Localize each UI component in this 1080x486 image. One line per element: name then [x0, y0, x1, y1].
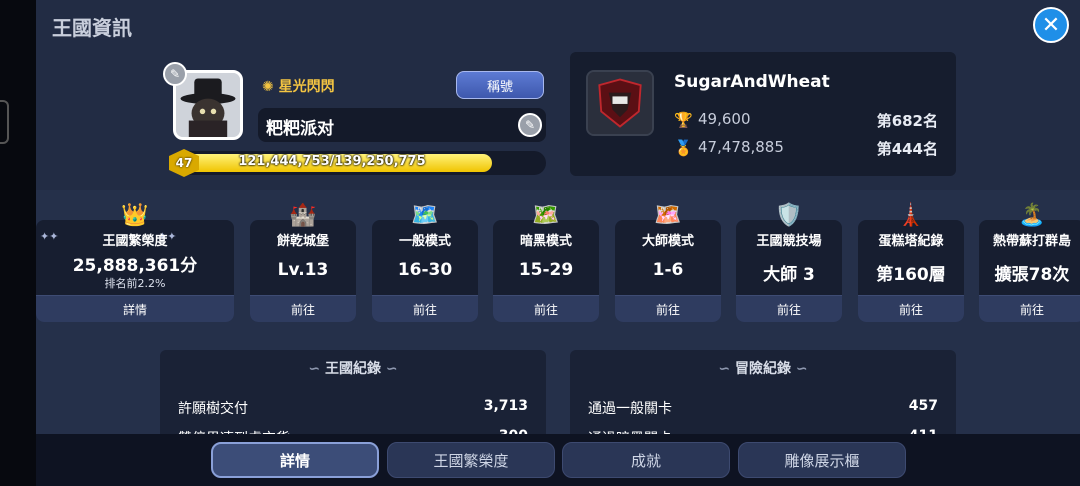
castle-icon: 🏰	[289, 202, 317, 228]
card-value: Lv.13	[277, 260, 329, 280]
card-kingdom-arena: 🛡️ 王國競技場 大師 3 前往	[736, 203, 842, 322]
card-label: 熱帶蘇打群島	[992, 234, 1071, 249]
go-button[interactable]: 前往	[493, 295, 599, 322]
card-cookie-castle: 🏰 餅乾城堡 Lv.13 前往	[250, 203, 356, 322]
panel-header: ∽ 冒險紀錄 ∽	[570, 358, 956, 378]
card-master-mode: 🗺️ 大師模式 1-6 前往	[615, 203, 721, 322]
dark-map-icon: 🗺️	[532, 202, 560, 228]
panel-header: ∽ 王國紀錄 ∽	[160, 358, 546, 378]
record-row: 許願樹交付 3,713	[178, 398, 528, 418]
guild-panel: SugarAndWheat 🏆 49,600 第682名 🏅 47,478,885 …	[570, 52, 956, 176]
record-label: 許願樹交付	[178, 401, 248, 417]
trophy-icon: 🏆	[674, 111, 693, 129]
guild-emblem-icon	[588, 72, 652, 134]
kingdom-record-title: 王國紀錄	[325, 361, 381, 377]
swirl-icon: ∽	[308, 361, 321, 377]
card-value: 擴張78次	[994, 265, 1070, 285]
card-dark-mode: 🗺️ 暗黑模式 15-29 前往	[493, 203, 599, 322]
map-icon: 🗺️	[411, 202, 439, 228]
left-bezel	[0, 0, 36, 486]
kingdom-name: 粑粑派对	[266, 119, 334, 139]
card-label: 暗黑模式	[519, 234, 572, 249]
record-row: 通過一般關卡 457	[588, 398, 938, 418]
master-map-icon: 🗺️	[654, 202, 682, 228]
card-label: 大師模式	[641, 234, 694, 249]
details-button[interactable]: 詳情	[36, 295, 234, 322]
guild-emblem[interactable]	[586, 70, 654, 136]
exp-bar: 121,444,753/139,250,775	[172, 151, 546, 175]
side-handle	[0, 100, 9, 144]
guild-name: SugarAndWheat	[674, 72, 830, 92]
title-badge-text: 星光閃閃	[278, 79, 335, 95]
header-area: 王國資訊 ✕ ✎ ✺ 星光閃閃 稱號 粑粑派对 ✎ 121,444,753/13…	[36, 0, 1080, 190]
card-value: 16-30	[397, 260, 453, 280]
go-button[interactable]: 前往	[372, 295, 478, 322]
guild-stat-2-value: 47,478,885	[698, 138, 784, 156]
record-label: 通過一般關卡	[588, 401, 672, 417]
card-cake-tower: 🗼 蛋糕塔紀錄 第160層 前往	[858, 203, 964, 322]
arena-icon: 🛡️	[775, 202, 803, 228]
adventure-record-title: 冒險紀錄	[735, 361, 791, 377]
tab-prosperity[interactable]: 王國繁榮度	[387, 442, 555, 478]
go-button[interactable]: 前往	[858, 295, 964, 322]
kingdom-info-window: 王國資訊 ✕ ✎ ✺ 星光閃閃 稱號 粑粑派对 ✎ 121,444,753/13…	[36, 0, 1080, 486]
tab-statue-showcase[interactable]: 雕像展示櫃	[738, 442, 906, 478]
card-tropical-soda-islands: 🏝️ 熱帶蘇打群島 擴張78次 前往	[979, 203, 1080, 322]
go-button[interactable]: 前往	[615, 295, 721, 322]
card-label: 王國繁榮度	[102, 234, 168, 249]
card-sub: 排名前2.2%	[104, 277, 166, 290]
swirl-icon: ∽	[718, 361, 731, 377]
tower-icon: 🗼	[897, 202, 925, 228]
card-label: 王國競技場	[756, 234, 822, 249]
kingdom-name-field: 粑粑派对 ✎	[258, 108, 546, 142]
guild-stat-1-value: 49,600	[698, 110, 751, 128]
go-button[interactable]: 前往	[250, 295, 356, 322]
card-label: 一般模式	[398, 234, 451, 249]
sparkle-badge-icon: ✺	[262, 79, 274, 95]
swirl-icon: ∽	[385, 361, 398, 377]
island-icon: 🏝️	[1018, 202, 1046, 228]
crown-icon: 👑	[121, 202, 149, 228]
close-button[interactable]: ✕	[1033, 7, 1069, 43]
window-title: 王國資訊	[52, 16, 132, 40]
record-value: 457	[908, 398, 938, 414]
cookie-avatar-icon	[176, 73, 240, 137]
guild-stat-1-rank: 第682名	[876, 112, 938, 130]
guild-stat-2: 🏅 47,478,885	[674, 138, 784, 157]
card-value: 25,888,361分	[72, 256, 198, 276]
tab-achievements[interactable]: 成就	[562, 442, 730, 478]
title-button[interactable]: 稱號	[456, 71, 544, 99]
guild-stat-2-rank: 第444名	[876, 140, 938, 158]
card-value: 第160層	[876, 265, 946, 285]
card-label: 蛋糕塔紀錄	[878, 234, 944, 249]
pencil-icon: ✎	[169, 67, 181, 81]
card-label: 餅乾城堡	[276, 234, 329, 249]
swirl-icon: ∽	[795, 361, 808, 377]
card-prosperity: 👑 ✦✦ ✦✦ 王國繁榮度 25,888,361分 排名前2.2% 詳情	[36, 203, 234, 322]
go-button[interactable]: 前往	[736, 295, 842, 322]
card-value: 15-29	[518, 260, 574, 280]
screen: 王國資訊 ✕ ✎ ✺ 星光閃閃 稱號 粑粑派对 ✎ 121,444,753/13…	[0, 0, 1080, 486]
exp-text: 121,444,753/139,250,775	[238, 154, 426, 169]
record-value: 3,713	[483, 398, 528, 414]
pencil-icon: ✎	[524, 118, 536, 132]
card-value: 1-6	[652, 260, 684, 280]
card-normal-mode: 🗺️ 一般模式 16-30 前往	[372, 203, 478, 322]
go-button[interactable]: 前往	[979, 295, 1080, 322]
medal-icon: 🏅	[674, 139, 693, 157]
name-edit-button[interactable]: ✎	[518, 113, 542, 137]
guild-stat-1: 🏆 49,600	[674, 110, 751, 129]
title-badge: ✺ 星光閃閃	[262, 76, 335, 96]
card-value: 大師 3	[763, 265, 815, 285]
bottom-tab-bar	[36, 434, 1080, 486]
close-icon: ✕	[1041, 12, 1061, 38]
tab-details[interactable]: 詳情	[211, 442, 379, 478]
avatar-edit-button[interactable]: ✎	[163, 62, 187, 86]
